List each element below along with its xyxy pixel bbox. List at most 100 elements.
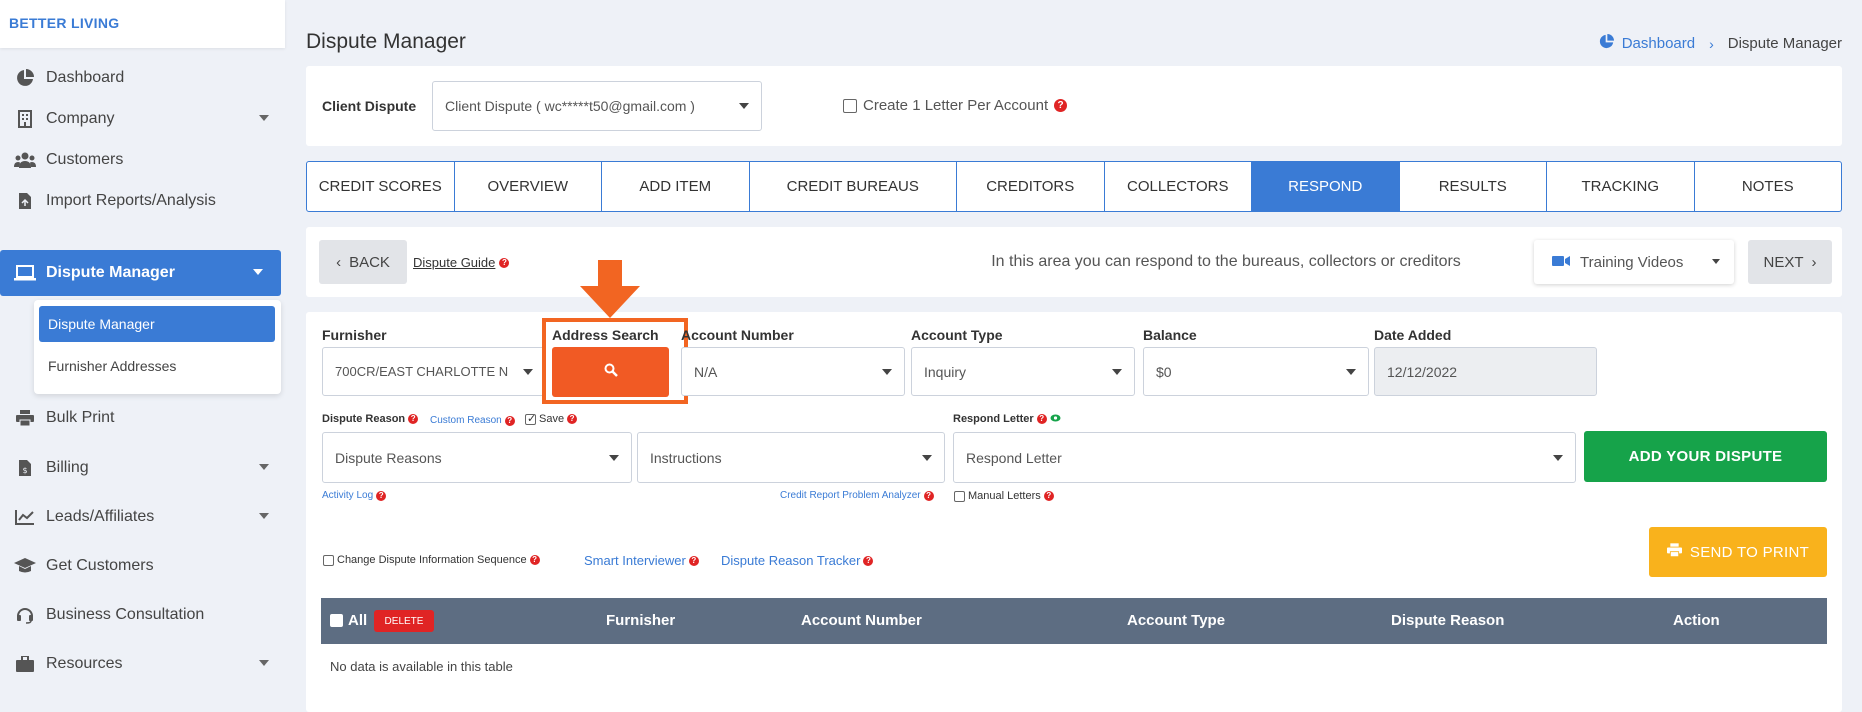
column-account-type[interactable]: Account Type <box>1127 612 1225 629</box>
balance-label: Balance <box>1143 327 1197 343</box>
sidebar-item-resources[interactable]: Resources <box>0 641 287 687</box>
client-dispute-label: Client Dispute <box>322 98 417 114</box>
sidebar-item-label: Get Customers <box>46 557 154 574</box>
reason-tracker-link[interactable]: Dispute Reason Tracker <box>721 553 860 568</box>
help-icon[interactable]: ? <box>863 555 874 566</box>
address-search-button[interactable] <box>552 347 669 397</box>
custom-reason-link[interactable]: Custom Reason <box>430 415 502 426</box>
training-videos-dropdown[interactable]: Training Videos <box>1534 240 1734 284</box>
brand-logo-text[interactable]: BETTER LIVING <box>9 15 119 31</box>
sidebar-item-import-reports[interactable]: Import Reports/Analysis <box>0 178 287 224</box>
per-account-checkbox[interactable] <box>843 99 857 113</box>
breadcrumb-current: Dispute Manager <box>1727 35 1842 52</box>
tab-credit-bureaus[interactable]: CREDIT BUREAUS <box>750 162 957 211</box>
save-reason-checkbox[interactable] <box>525 412 536 425</box>
search-icon <box>604 363 618 382</box>
column-account-number[interactable]: Account Number <box>801 612 922 629</box>
page-title: Dispute Manager <box>306 30 466 53</box>
date-added-field: 12/12/2022 <box>1374 347 1597 396</box>
change-sequence-checkbox[interactable] <box>323 555 334 566</box>
chevron-down-icon <box>1346 368 1356 375</box>
sidebar-item-get-customers[interactable]: Get Customers <box>0 543 287 589</box>
account-number-label: Account Number <box>681 327 794 343</box>
tab-creditors[interactable]: CREDITORS <box>957 162 1105 211</box>
instructions-select[interactable]: Instructions <box>637 432 945 483</box>
send-to-print-button[interactable]: SEND TO PRINT <box>1649 527 1827 577</box>
dispute-reasons-value: Dispute Reasons <box>335 449 442 466</box>
send-to-print-label: SEND TO PRINT <box>1689 543 1810 561</box>
account-type-select[interactable]: Inquiry <box>911 347 1135 396</box>
back-button[interactable]: ‹ BACK <box>319 240 407 284</box>
chevron-left-icon: ‹ <box>336 253 342 271</box>
help-icon[interactable]: ? <box>688 555 699 566</box>
balance-select[interactable]: $0 <box>1143 347 1369 396</box>
activity-log-link[interactable]: Activity Log <box>322 490 373 501</box>
respond-letter-select[interactable]: Respond Letter <box>953 432 1576 483</box>
furnisher-value: 700CR/EAST CHARLOTTE N <box>335 364 509 379</box>
select-all-checkbox[interactable] <box>330 614 343 627</box>
column-dispute-reason[interactable]: Dispute Reason <box>1391 612 1504 629</box>
help-icon[interactable]: ? <box>499 257 510 268</box>
chart-line-icon <box>14 507 36 527</box>
tab-credit-scores[interactable]: CREDIT SCORES <box>307 162 455 211</box>
account-type-value: Inquiry <box>924 363 967 380</box>
tab-notes[interactable]: NOTES <box>1695 162 1842 211</box>
column-action[interactable]: Action <box>1673 612 1720 629</box>
sidebar-item-company[interactable]: Company <box>0 96 287 142</box>
help-icon[interactable]: ? <box>567 414 578 424</box>
delete-button[interactable]: DELETE <box>374 610 434 632</box>
save-reason-label: Save <box>539 413 565 425</box>
submenu-item-dispute-manager[interactable]: Dispute Manager <box>39 306 275 342</box>
sidebar-item-business-consultation[interactable]: Business Consultation <box>0 592 287 638</box>
help-icon[interactable]: ? <box>529 555 540 565</box>
help-icon[interactable]: ? <box>376 490 387 501</box>
sidebar-item-leads-affiliates[interactable]: Leads/Affiliates <box>0 494 287 540</box>
tab-respond[interactable]: RESPOND <box>1252 162 1400 211</box>
sidebar-item-bulk-print[interactable]: Bulk Print <box>0 395 287 441</box>
building-icon <box>14 109 36 129</box>
date-added-value: 12/12/2022 <box>1387 363 1458 380</box>
chevron-down-icon <box>1553 454 1563 461</box>
help-icon[interactable]: ? <box>1043 491 1054 501</box>
account-number-select[interactable]: N/A <box>681 347 905 396</box>
sidebar-item-billing[interactable]: $ Billing <box>0 445 287 491</box>
tab-add-item[interactable]: ADD ITEM <box>602 162 750 211</box>
chevron-right-icon: › <box>1709 35 1714 52</box>
chevron-down-icon <box>259 115 269 121</box>
tab-results[interactable]: RESULTS <box>1400 162 1547 211</box>
sidebar-item-label: Business Consultation <box>46 606 205 623</box>
furnisher-select[interactable]: 700CR/EAST CHARLOTTE N <box>322 347 546 396</box>
tab-tracking[interactable]: TRACKING <box>1547 162 1695 211</box>
tab-collectors[interactable]: COLLECTORS <box>1105 162 1252 211</box>
tab-overview[interactable]: OVERVIEW <box>455 162 602 211</box>
add-dispute-button[interactable]: ADD YOUR DISPUTE <box>1584 431 1827 482</box>
dashboard-icon <box>1599 34 1614 53</box>
chevron-down-icon <box>609 454 619 461</box>
chevron-down-icon <box>253 269 263 275</box>
help-icon[interactable]: ? <box>1054 99 1068 112</box>
sidebar-item-label: Dashboard <box>46 69 125 86</box>
smart-interviewer-link[interactable]: Smart Interviewer <box>584 553 686 568</box>
sidebar-item-label: Resources <box>46 655 123 672</box>
help-icon[interactable]: ? <box>923 490 934 501</box>
table-empty-message: No data is available in this table <box>330 659 513 674</box>
breadcrumb-dashboard-link[interactable]: Dashboard <box>1622 35 1695 52</box>
sidebar-item-label: Import Reports/Analysis <box>46 192 216 209</box>
client-dispute-value: Client Dispute ( wc*****t50@gmail.com ) <box>445 98 695 114</box>
manual-letters-checkbox[interactable] <box>954 491 965 502</box>
eye-icon[interactable] <box>1050 413 1061 425</box>
client-dispute-select[interactable]: Client Dispute ( wc*****t50@gmail.com ) <box>432 81 762 131</box>
column-furnisher[interactable]: Furnisher <box>606 612 675 629</box>
sidebar-item-dashboard[interactable]: Dashboard <box>0 55 287 101</box>
dispute-guide-link[interactable]: Dispute Guide <box>413 255 495 270</box>
next-button[interactable]: NEXT › <box>1748 240 1832 284</box>
dispute-reasons-select[interactable]: Dispute Reasons <box>322 432 632 483</box>
help-icon[interactable]: ? <box>504 415 515 426</box>
sidebar-item-dispute-manager[interactable]: Dispute Manager <box>0 250 281 296</box>
change-sequence-group: Change Dispute Information Sequence ? <box>337 554 540 566</box>
sidebar-item-customers[interactable]: Customers <box>0 137 287 183</box>
help-icon[interactable]: ? <box>408 414 419 424</box>
submenu-item-furnisher-addresses[interactable]: Furnisher Addresses <box>39 348 275 384</box>
help-icon[interactable]: ? <box>1036 414 1047 424</box>
credit-analyzer-link[interactable]: Credit Report Problem Analyzer <box>780 490 921 501</box>
